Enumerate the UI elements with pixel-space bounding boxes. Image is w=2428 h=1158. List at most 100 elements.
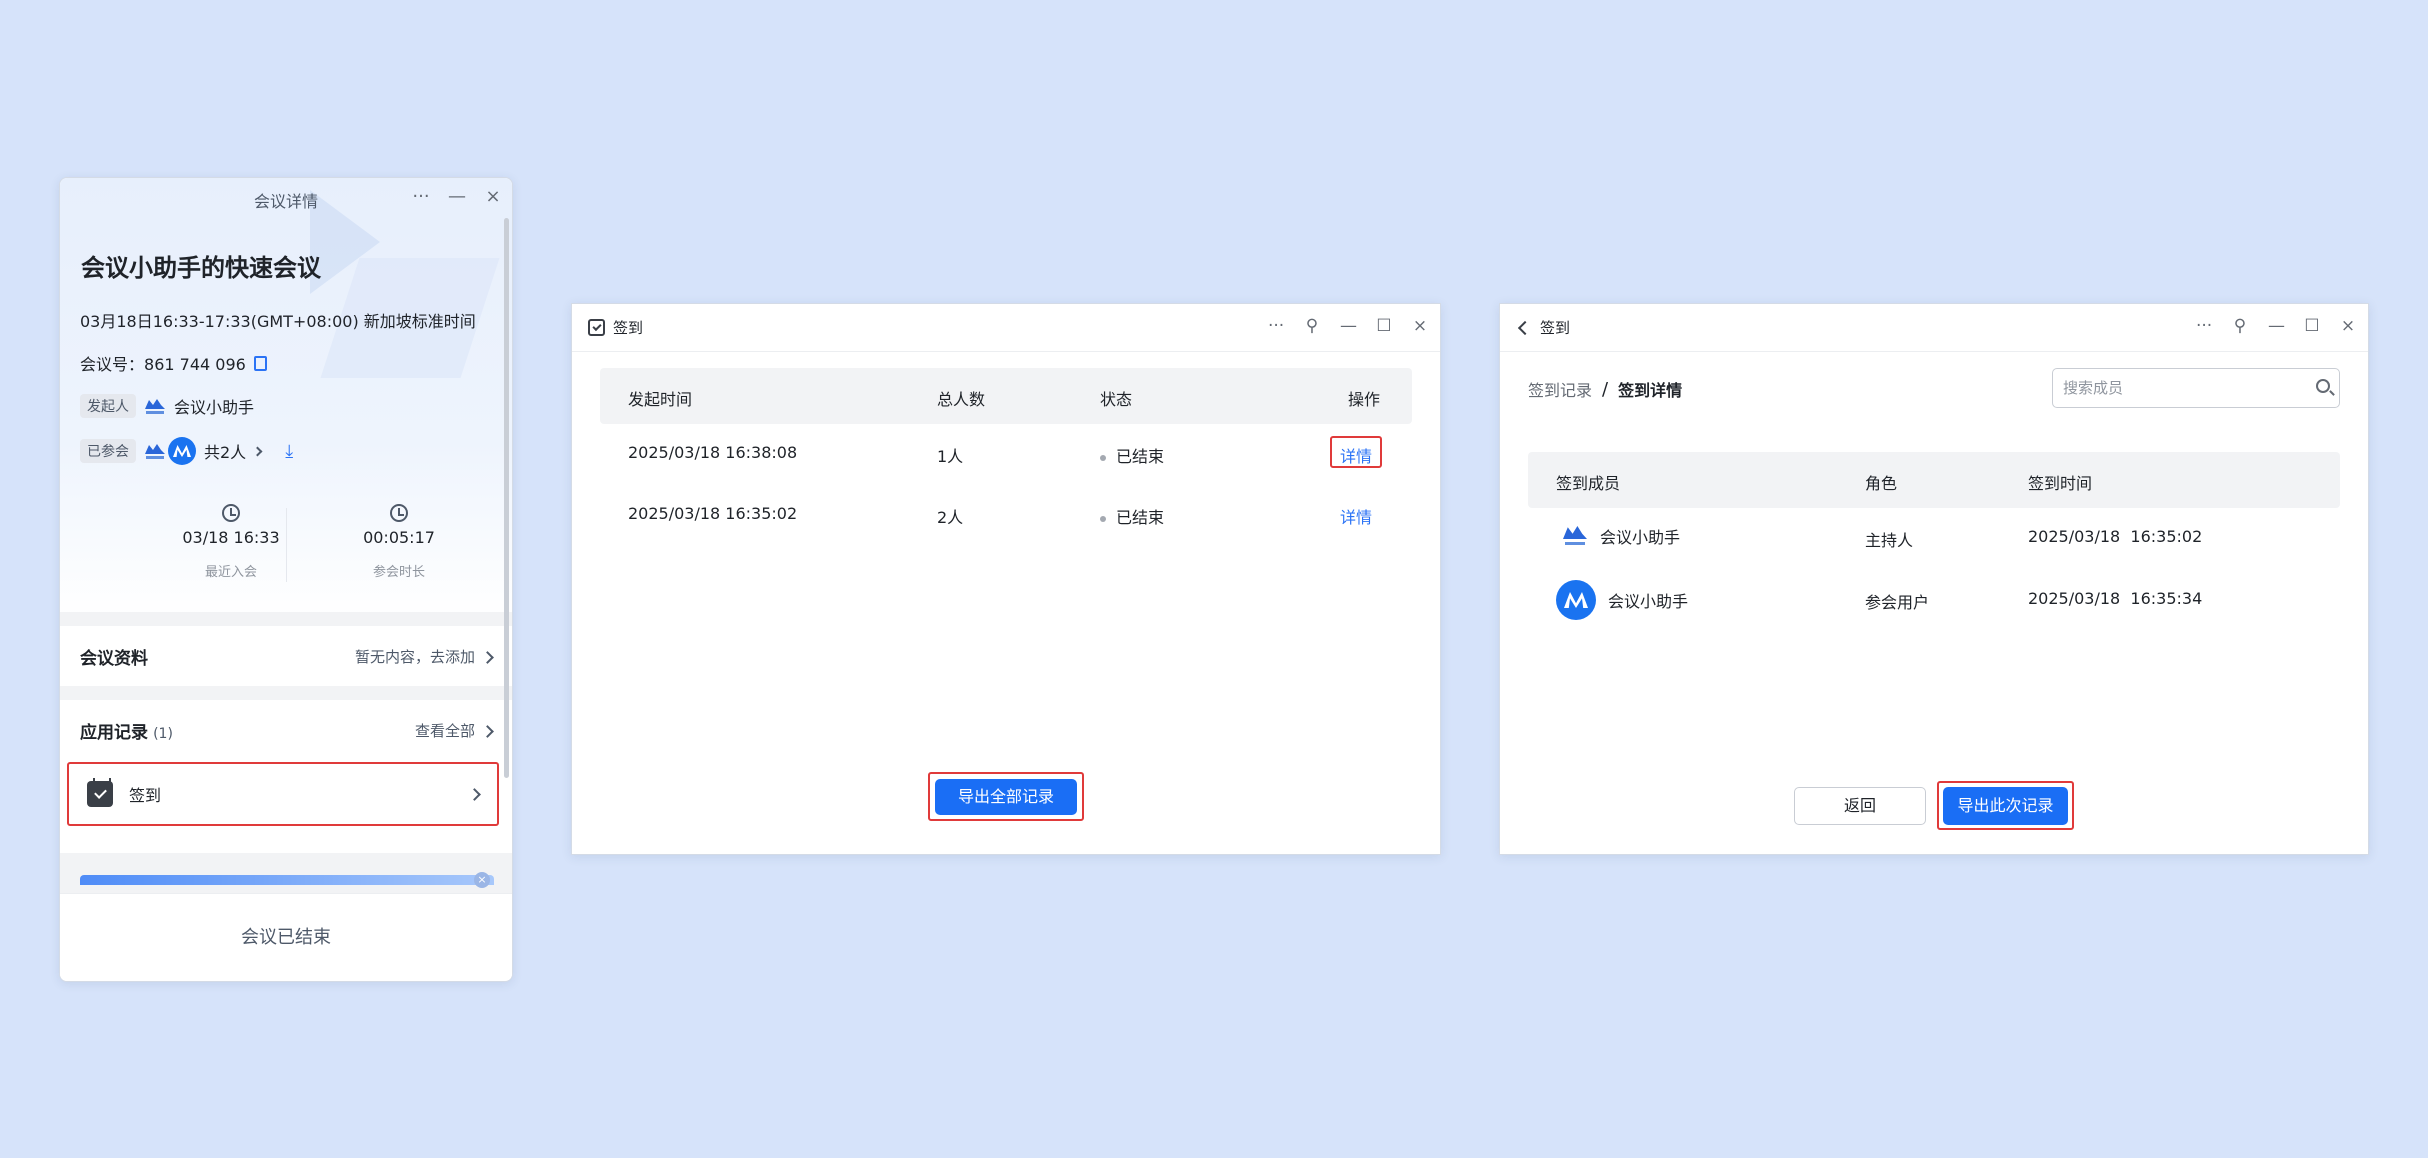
user-avatar	[168, 437, 196, 465]
column-header: 总人数	[937, 390, 986, 409]
minimize-icon[interactable]: —	[448, 186, 466, 207]
row-time: 2025/03/18 16:35:02	[628, 504, 798, 523]
scrollbar[interactable]	[504, 218, 509, 778]
search-icon[interactable]	[2316, 379, 2330, 393]
row-status-text: 已结束	[1116, 508, 1165, 527]
maximize-icon[interactable]: ☐	[1376, 316, 1392, 336]
signin-records-window: 签到 ··· ⚲ — ☐ × 发起时间 总人数 状态 操作 2025/03/18…	[571, 303, 1441, 855]
window-controls: ··· — ×	[412, 186, 502, 207]
meeting-id-label: 会议号：861 744 096	[80, 351, 246, 375]
chevron-right-icon	[468, 787, 481, 801]
app-records-label: 应用记录	[80, 722, 148, 743]
column-header: 签到时间	[2028, 474, 2093, 493]
meeting-details-window: 会议详情 ··· — × 会议小助手的快速会议 03月18日16:33-17:3…	[59, 177, 513, 982]
close-icon[interactable]: ×	[1412, 316, 1428, 336]
export-this-button[interactable]: 导出此次记录	[1943, 787, 2068, 825]
member-cell: 会议小助手	[1556, 580, 1688, 620]
materials-action[interactable]: 暂无内容，去添加	[355, 646, 494, 667]
app-records-title: 应用记录 (1)	[80, 718, 173, 743]
duration-stat: 00:05:17 参会时长	[299, 504, 499, 580]
section-gap	[60, 686, 512, 700]
download-icon[interactable]: ⤓	[285, 441, 293, 462]
breadcrumb-separator: /	[1602, 378, 1609, 400]
maximize-icon[interactable]: ☐	[2304, 316, 2320, 336]
meeting-id: 861 744 096	[144, 355, 246, 374]
minimize-icon[interactable]: —	[2268, 316, 2285, 336]
banner-close-icon[interactable]: ×	[474, 872, 490, 888]
back-button[interactable]: 返回	[1794, 787, 1926, 825]
org-logo-icon	[144, 397, 166, 415]
column-header: 操作	[1348, 390, 1381, 409]
section-gap	[60, 853, 512, 893]
close-icon[interactable]: ×	[2340, 316, 2356, 336]
view-all-text: 查看全部	[414, 721, 475, 740]
meeting-ended-footer: 会议已结束	[60, 893, 512, 981]
attendees-line: 已参会 共2人 ⤓	[80, 437, 293, 465]
row-time: 2025/03/18 16:38:08	[628, 443, 798, 462]
app-records-count: (1)	[153, 725, 173, 742]
member-name: 会议小助手	[1600, 528, 1681, 547]
more-icon[interactable]: ···	[1268, 316, 1284, 336]
highlight-box	[1330, 436, 1382, 468]
column-header: 角色	[1865, 474, 1898, 493]
signin-time: 2025/03/18 16:35:34	[2028, 589, 2203, 608]
more-icon[interactable]: ···	[2196, 316, 2212, 336]
search-member-input[interactable]	[2052, 368, 2340, 408]
materials-row[interactable]: 会议资料 暂无内容，去添加	[80, 626, 494, 686]
detail-link[interactable]: 详情	[1340, 504, 1372, 528]
section-gap	[60, 612, 512, 626]
org-logo-icon	[144, 442, 166, 460]
breadcrumb-current: 签到详情	[1618, 381, 1683, 400]
copy-icon[interactable]	[253, 355, 267, 371]
row-count: 1人	[937, 447, 964, 466]
minimize-icon[interactable]: —	[1340, 316, 1357, 336]
meeting-id-line: 会议号：861 744 096	[80, 351, 267, 375]
close-icon[interactable]: ×	[484, 186, 502, 207]
meeting-id-label-text: 会议号：	[80, 355, 145, 374]
chevron-right-icon[interactable]	[252, 446, 263, 456]
row-status: 已结束	[1100, 443, 1164, 467]
attendee-avatars[interactable]	[144, 437, 196, 465]
member-role: 参会用户	[1865, 593, 1930, 612]
more-icon[interactable]: ···	[412, 186, 430, 207]
materials-label: 会议资料	[80, 648, 148, 669]
column-header: 状态	[1100, 390, 1133, 409]
duration-label: 参会时长	[372, 565, 425, 580]
attended-tag: 已参会	[80, 439, 136, 463]
column-header: 签到成员	[1556, 474, 1621, 493]
signin-details-window: 签到 ··· ⚲ — ☐ × 签到记录 / 签到详情 签到成员 角色 签到时间 …	[1499, 303, 2369, 855]
breadcrumb: 签到记录 / 签到详情	[1528, 377, 1682, 401]
pin-icon[interactable]: ⚲	[2232, 316, 2248, 336]
meeting-time-text: 03月18日16:33-17:33(GMT+08:00) 新加坡标准时间	[80, 312, 476, 331]
app-records-row: 应用记录 (1) 查看全部	[80, 700, 494, 760]
meeting-title: 会议小助手的快速会议	[81, 254, 321, 282]
calendar-check-icon	[87, 778, 113, 807]
signin-time: 2025/03/18 16:35:02	[2028, 527, 2203, 546]
promo-banner[interactable]	[80, 875, 494, 885]
history-icon	[222, 504, 240, 522]
window-title: 签到	[1540, 319, 1571, 337]
window-title: 签到	[613, 319, 644, 337]
status-dot	[1100, 515, 1106, 522]
member-cell: 会议小助手	[1562, 524, 1680, 548]
table-header	[1528, 452, 2340, 508]
initiator-line: 发起人 会议小助手	[80, 394, 254, 418]
chevron-right-icon	[481, 650, 494, 664]
signin-item-label: 签到	[129, 786, 162, 805]
meeting-time: 03月18日16:33-17:33(GMT+08:00) 新加坡标准时间	[80, 308, 476, 332]
signin-app-item[interactable]: 签到	[67, 762, 499, 826]
row-status-text: 已结束	[1116, 447, 1165, 466]
export-all-button[interactable]: 导出全部记录	[935, 779, 1077, 815]
status-dot	[1100, 454, 1106, 461]
view-all-link[interactable]: 查看全部	[414, 720, 494, 741]
pin-icon[interactable]: ⚲	[1304, 316, 1320, 336]
row-status: 已结束	[1100, 504, 1164, 528]
attendee-count[interactable]: 共2人	[204, 439, 246, 463]
column-header: 发起时间	[628, 390, 693, 409]
chevron-right-icon	[481, 724, 494, 738]
initiator-name: 会议小助手	[174, 398, 255, 417]
window-controls: ··· ⚲ — ☐ ×	[2196, 316, 2356, 336]
breadcrumb-parent[interactable]: 签到记录	[1528, 377, 1592, 401]
back-arrow-icon[interactable]	[1517, 320, 1533, 335]
user-avatar	[1556, 580, 1596, 620]
